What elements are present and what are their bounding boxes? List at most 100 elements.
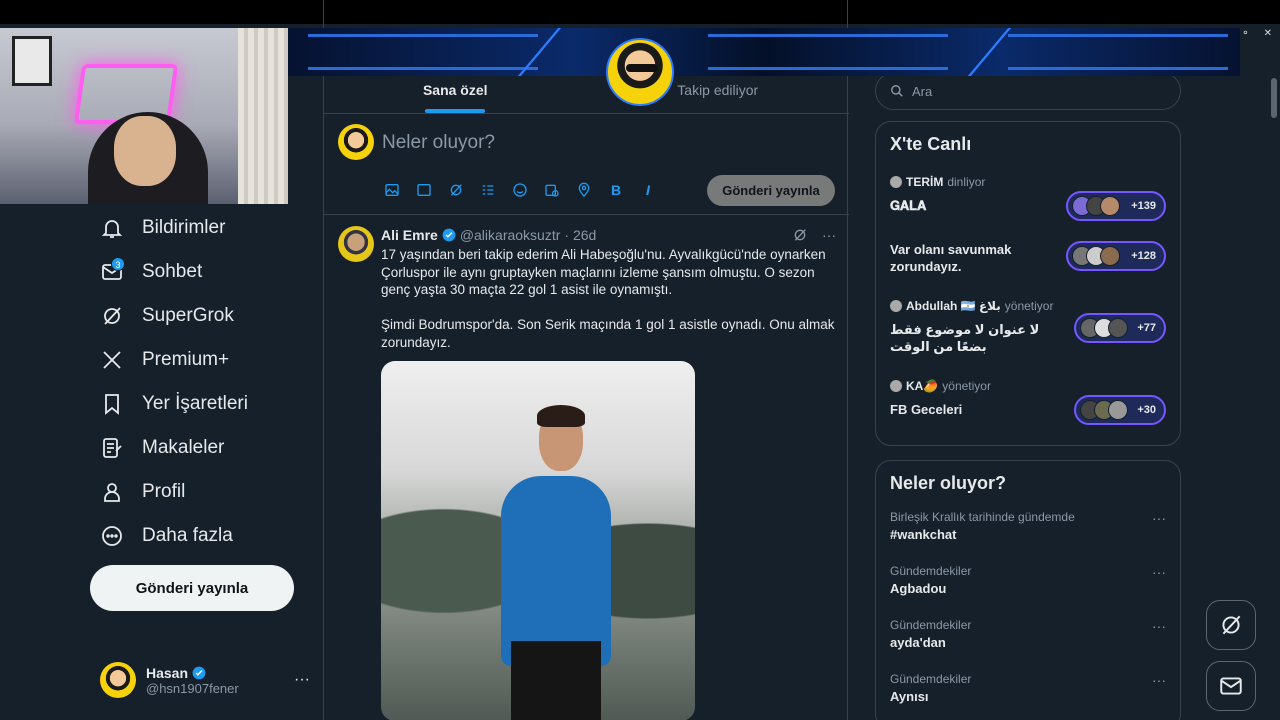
window-settings-icon[interactable]: ⚬ [1241, 28, 1249, 39]
nav-premium[interactable]: Premium+ [100, 345, 229, 375]
live-meta: Abdullah 🇦🇷 بلاغ yönetiyor [890, 299, 1053, 313]
tweet-header: Ali Emre @alikaraoksuztr · 26d ··· [381, 227, 836, 243]
nav-yer-isaretleri[interactable]: Yer İşaretleri [100, 389, 248, 419]
live-meta: KA🥭 yönetiyor [890, 379, 991, 393]
nav-makaleler[interactable]: Makaleler [100, 433, 224, 463]
italic-icon[interactable]: I [638, 180, 658, 200]
account-handle: @hsn1907fener [146, 680, 239, 696]
live-item[interactable]: Var olanı savunmak zorundayız. +128 [876, 239, 1180, 299]
window-close-icon[interactable]: ✕ [1264, 28, 1272, 39]
nav-sohbet[interactable]: 3 Sohbet [100, 257, 202, 287]
poll-icon[interactable] [478, 180, 498, 200]
host-avatar [890, 176, 902, 188]
live-item[interactable]: Abdullah 🇦🇷 بلاغ yönetiyor لا عنوان لا مو… [876, 299, 1180, 379]
tweet-author-name[interactable]: Ali Emre [381, 227, 438, 243]
composer-submit-button[interactable]: Gönderi yayınla [707, 175, 835, 206]
trend-more-icon[interactable]: ··· [1152, 618, 1166, 634]
nav-label: Bildirimler [142, 217, 226, 238]
trend-item[interactable]: Gündemdekiler ayda'dan ··· [876, 618, 1180, 672]
grok-icon [1222, 615, 1241, 635]
grok-icon[interactable] [446, 180, 466, 200]
tweet-more-icon[interactable]: ··· [822, 227, 836, 243]
live-title: لا عنوان لا موضوع فقط بضعًا من الوقت [890, 322, 1040, 354]
player-shorts [511, 641, 601, 720]
nav-label: Sohbet [142, 261, 203, 282]
trend-context: Gündemdekiler [890, 618, 972, 632]
timeline-tabs: Sana özel Takip ediliyor [324, 72, 849, 114]
trend-item[interactable]: Birleşik Krallık tarihinde gündemde #wan… [876, 510, 1180, 564]
live-listeners-pill[interactable]: +139 [1066, 191, 1166, 221]
live-title: 𝐆𝐀𝐋𝐀 [890, 198, 927, 213]
grok-icon[interactable] [792, 227, 808, 243]
trend-item[interactable]: Gündemdekiler Aynısı ··· [876, 672, 1180, 720]
verified-badge-icon [442, 228, 456, 242]
emoji-icon[interactable] [510, 180, 530, 200]
tweet-time[interactable]: · 26d [564, 227, 596, 243]
nav-daha-fazla[interactable]: Daha fazla [100, 521, 233, 551]
messages-fab-button[interactable] [1206, 661, 1256, 711]
player-shirt [501, 476, 611, 666]
trend-item[interactable]: Gündemdekiler Agbadou ··· [876, 564, 1180, 618]
trend-more-icon[interactable]: ··· [1152, 510, 1166, 526]
live-count: +30 [1137, 404, 1156, 416]
wall-frame [12, 36, 52, 86]
article-icon [103, 438, 122, 458]
tab-sana-ozel[interactable]: Sana özel [324, 72, 587, 113]
location-icon[interactable] [574, 180, 594, 200]
nav-bildirimler[interactable]: Bildirimler [100, 213, 225, 243]
tweet-author-handle[interactable]: @alikaraoksuztr [460, 227, 561, 243]
page-scrollbar[interactable] [1270, 72, 1278, 720]
overlay-bar [1008, 34, 1228, 70]
image-icon[interactable] [382, 180, 402, 200]
live-card-title: X'te Canlı [890, 134, 972, 154]
live-listeners-pill[interactable]: +30 [1074, 395, 1166, 425]
schedule-icon[interactable] [542, 180, 562, 200]
live-meta: TERİM dinliyor [890, 175, 985, 189]
scrollbar-thumb[interactable] [1271, 78, 1277, 118]
live-item[interactable]: KA🥭 yönetiyor FB Geceleri +30 [876, 379, 1180, 443]
nav-label: Makaleler [142, 437, 225, 458]
nav-profil[interactable]: Profil [100, 477, 185, 507]
trend-context: Gündemdekiler [890, 672, 972, 686]
grok-fab-button[interactable] [1206, 600, 1256, 650]
live-listeners-pill[interactable]: +77 [1074, 313, 1166, 343]
tweet-actions: ··· [792, 227, 836, 243]
listener-avatars [1072, 196, 1120, 216]
trend-name: Aynısı [890, 689, 929, 704]
tweet-image[interactable] [381, 361, 695, 720]
search-input[interactable]: Ara [875, 72, 1181, 110]
account-switcher[interactable]: Hasan @hsn1907fener ··· [100, 662, 310, 698]
bell-icon [101, 220, 123, 238]
trend-more-icon[interactable]: ··· [1152, 564, 1166, 580]
notification-badge: 3 [111, 257, 125, 271]
trend-context: Birleşik Krallık tarihinde gündemde [890, 510, 1075, 524]
trend-more-icon[interactable]: ··· [1152, 672, 1166, 688]
x-logo-icon [103, 351, 121, 369]
composer-input[interactable]: Neler oluyor? [382, 132, 495, 154]
live-listeners-pill[interactable]: +128 [1066, 241, 1166, 271]
person-icon [104, 483, 120, 502]
composer-tools: B I [382, 180, 658, 200]
gif-icon[interactable] [414, 180, 434, 200]
account-more-icon[interactable]: ··· [294, 671, 310, 689]
overlay-slash [967, 28, 1012, 76]
nav-label: SuperGrok [142, 305, 234, 326]
live-host: KA🥭 [906, 379, 939, 393]
streamer-avatar-icon [606, 38, 674, 106]
nav-label: Premium+ [142, 349, 230, 370]
verified-badge-icon [192, 666, 206, 679]
live-status: dinliyor [947, 175, 986, 189]
tweet[interactable]: Ali Emre @alikaraoksuztr · 26d ··· 17 ya… [324, 216, 849, 720]
search-placeholder: Ara [912, 83, 933, 99]
post-button[interactable]: Gönderi yayınla [90, 565, 294, 611]
overlay-bar [708, 34, 948, 70]
live-item[interactable]: TERİM dinliyor 𝐆𝐀𝐋𝐀 +139 [876, 175, 1180, 239]
grok-icon [104, 307, 121, 325]
live-count: +139 [1131, 200, 1156, 212]
bold-icon[interactable]: B [606, 180, 626, 200]
nav-supergrok[interactable]: SuperGrok [100, 301, 234, 331]
left-sidebar: Bildirimler 3 Sohbet SuperGrok Premium+ … [0, 204, 322, 720]
live-status: yönetiyor [942, 379, 991, 393]
trends-card: Neler oluyor? Birleşik Krallık tarihinde… [875, 460, 1181, 720]
composer: Neler oluyor? B I Gönderi yayınla [324, 114, 849, 215]
